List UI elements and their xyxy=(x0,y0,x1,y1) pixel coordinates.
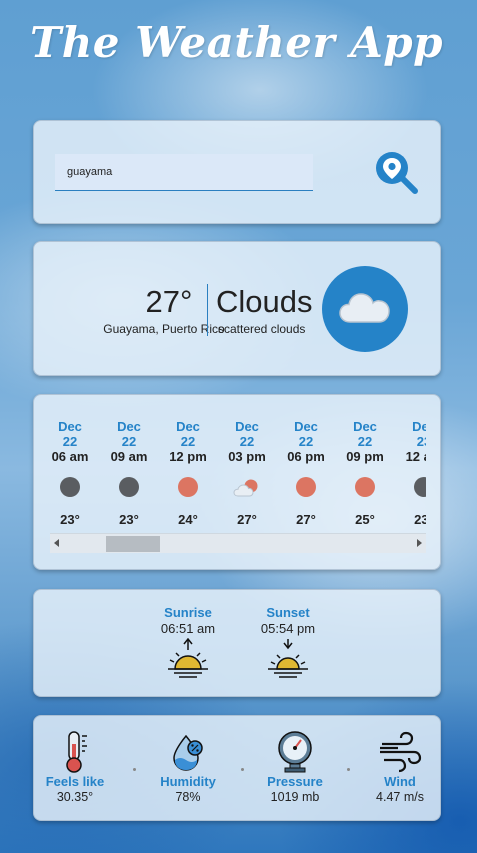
forecast-month: Dec xyxy=(176,419,200,434)
forecast-day: 22 xyxy=(298,434,314,449)
dark-circle-icon xyxy=(413,477,426,499)
wind-label: Wind xyxy=(384,774,416,789)
partly-cloudy-icon xyxy=(233,477,261,499)
forecast-temperature: 23° xyxy=(60,512,80,527)
sun-circle-icon xyxy=(354,477,376,499)
forecast-day: 22 xyxy=(239,434,255,449)
separator-dot xyxy=(347,768,350,771)
hourly-forecast-item: Dec 22 12 pm 24° xyxy=(158,419,218,527)
separator-dot xyxy=(133,768,136,771)
search-card xyxy=(33,120,441,224)
hourly-forecast-item: Dec 22 09 pm 25° xyxy=(335,419,395,527)
sunset-block: Sunset 05:54 pm xyxy=(248,605,328,680)
hourly-forecast-item: Dec 22 09 am 23° xyxy=(99,419,159,527)
hourly-forecast-item: Dec2312 am 23° xyxy=(394,419,426,527)
forecast-day: 22 xyxy=(357,434,373,449)
forecast-day: 22 xyxy=(180,434,196,449)
weather-badge xyxy=(322,266,408,352)
hourly-forecast-track: Dec 22 06 am 23° Dec 22 09 am 23° Dec 22 12 pm 24° D… xyxy=(50,419,426,531)
forecast-time: 06 am xyxy=(51,449,89,464)
forecast-time: 03 pm xyxy=(228,449,266,464)
forecast-month: Dec xyxy=(353,419,377,434)
separator-dot xyxy=(241,768,244,771)
barometer-gauge-icon xyxy=(278,731,312,773)
forecast-month: Dec xyxy=(117,419,141,434)
humidity-drop-icon xyxy=(173,734,203,771)
weather-details-card: Feels like 30.35° Humidity 78% Pressure … xyxy=(33,715,441,821)
forecast-temperature: 25° xyxy=(355,512,375,527)
weather-condition: Clouds xyxy=(216,284,313,319)
sunrise-label: Sunrise xyxy=(164,605,212,620)
forecast-temperature: 27° xyxy=(296,512,316,527)
forecast-day: 22 xyxy=(62,434,78,449)
forecast-day: 22 xyxy=(121,434,137,449)
map-pin-search-icon[interactable] xyxy=(372,149,422,195)
scroll-right-arrow-icon[interactable] xyxy=(417,539,422,547)
humidity-block: Humidity 78% xyxy=(143,730,233,804)
forecast-time: 09 am xyxy=(110,449,148,464)
search-button[interactable] xyxy=(372,149,422,195)
pressure-label: Pressure xyxy=(267,774,323,789)
forecast-temperature: 23° xyxy=(119,512,139,527)
sunrise-time: 06:51 am xyxy=(160,621,216,636)
humidity-label: Humidity xyxy=(160,774,216,789)
dark-circle-icon xyxy=(118,477,140,499)
divider xyxy=(207,284,208,336)
feels-like-value: 30.35° xyxy=(56,790,94,804)
sunrise-icon xyxy=(168,638,208,678)
humidity-value: 78% xyxy=(175,790,201,804)
forecast-time: 06 pm xyxy=(287,449,325,464)
forecast-month: Dec xyxy=(235,419,259,434)
forecast-temperature: 24° xyxy=(178,512,198,527)
hourly-forecast-card: Dec 22 06 am 23° Dec 22 09 am 23° Dec 22 12 pm 24° D… xyxy=(33,394,441,570)
forecast-month: Dec xyxy=(58,419,82,434)
forecast-month: Dec xyxy=(294,419,318,434)
scroll-left-arrow-icon[interactable] xyxy=(54,539,59,547)
cloud-icon xyxy=(339,293,390,323)
dark-circle-icon xyxy=(59,477,81,499)
forecast-month: Dec xyxy=(412,419,426,434)
current-weather-card: 27° Guayama, Puerto Rico Clouds scattere… xyxy=(33,241,441,376)
hourly-forecast-scroller[interactable]: Dec 22 06 am 23° Dec 22 09 am 23° Dec 22 12 pm 24° D… xyxy=(50,419,426,531)
sunset-time: 05:54 pm xyxy=(260,621,316,636)
current-temperature: 27° xyxy=(145,284,193,319)
wind-block: Wind 4.47 m/s xyxy=(355,730,445,804)
sunrise-block: Sunrise 06:51 am xyxy=(148,605,228,680)
sun-circle-icon xyxy=(177,477,199,499)
forecast-time: 12 pm xyxy=(169,449,207,464)
hourly-forecast-item: Dec 22 03 pm 27° xyxy=(217,419,277,527)
weather-description: scattered clouds xyxy=(218,322,306,336)
feels-like-label: Feels like xyxy=(45,774,105,789)
pressure-value: 1019 mb xyxy=(270,790,320,804)
sunset-icon xyxy=(268,639,308,678)
hourly-forecast-item: Dec 22 06 am 23° xyxy=(50,419,100,527)
sun-times-card: Sunrise 06:51 am Sunset 05:54 pm xyxy=(33,589,441,697)
horizontal-scrollbar[interactable] xyxy=(50,533,426,553)
pressure-block: Pressure 1019 mb xyxy=(250,730,340,804)
forecast-time: 09 pm xyxy=(346,449,384,464)
app-title: The Weather App xyxy=(30,18,444,67)
feels-like-block: Feels like 30.35° xyxy=(30,730,120,804)
thermometer-icon xyxy=(66,731,87,773)
sun-circle-icon xyxy=(295,477,317,499)
sunset-label: Sunset xyxy=(266,605,310,620)
city-search-input[interactable] xyxy=(55,154,313,191)
wind-icon xyxy=(380,731,422,773)
forecast-temperature: 27° xyxy=(237,512,257,527)
forecast-day: 23 xyxy=(416,434,426,449)
scrollbar-thumb[interactable] xyxy=(106,536,160,552)
hourly-forecast-item: Dec 22 06 pm 27° xyxy=(276,419,336,527)
wind-value: 4.47 m/s xyxy=(376,790,424,804)
forecast-temperature: 23° xyxy=(414,512,426,527)
forecast-time: 12 am xyxy=(405,449,426,464)
